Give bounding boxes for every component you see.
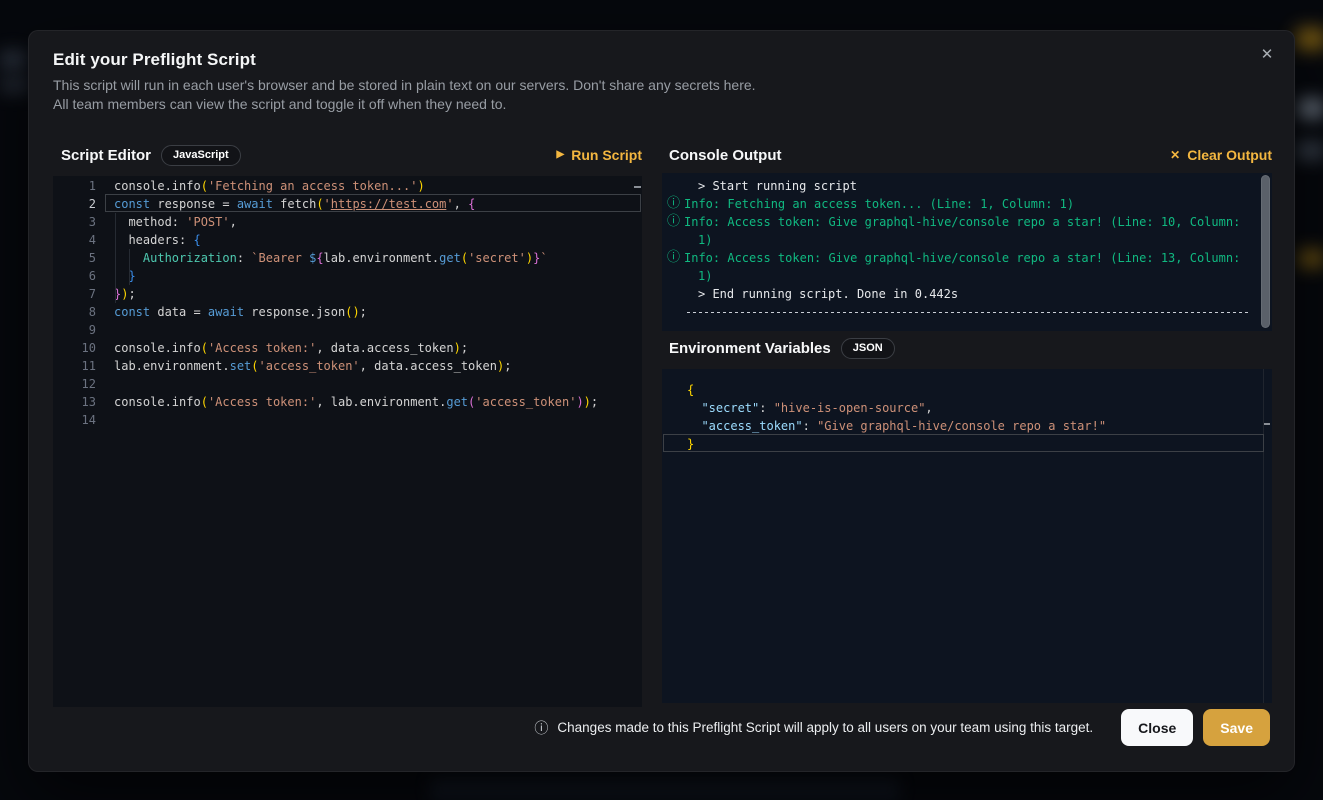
code-line: { xyxy=(687,381,1262,399)
code-line: headers: { xyxy=(114,231,642,249)
console-log-entry: > Start running script xyxy=(662,177,1249,195)
bg-blob xyxy=(1298,99,1323,118)
code-line: console.info('Access token:', data.acces… xyxy=(114,339,642,357)
info-circle-icon: ⓘ xyxy=(667,213,681,231)
overview-ruler-marker xyxy=(634,186,641,188)
close-button[interactable]: Close xyxy=(1121,709,1193,746)
environment-variables-editor[interactable]: { "secret": "hive-is-open-source", "acce… xyxy=(662,369,1272,703)
line-number: 13 xyxy=(53,393,105,411)
code-area: console.info('Fetching an access token..… xyxy=(114,177,642,429)
code-line: console.info('Access token:', lab.enviro… xyxy=(114,393,642,411)
info-icon: ⓘ xyxy=(534,718,548,738)
close-icon[interactable]: ✕ xyxy=(1256,44,1278,66)
bg-blob xyxy=(1298,250,1323,267)
code-line: } xyxy=(114,267,642,285)
modal-description: This script will run in each user's brow… xyxy=(53,76,756,113)
line-number: 12 xyxy=(53,375,105,393)
line-number: 3 xyxy=(53,213,105,231)
line-number: 10 xyxy=(53,339,105,357)
code-line xyxy=(114,375,642,393)
code-line: } xyxy=(687,435,1262,453)
clear-output-label: Clear Output xyxy=(1187,147,1272,163)
line-number-gutter: 1234567891011121314 xyxy=(53,177,105,429)
console-separator xyxy=(662,303,1249,321)
footer-notice: ⓘ Changes made to this Preflight Script … xyxy=(534,718,1093,738)
console-entry-text: Info: Access token: Give graphql-hive/co… xyxy=(684,215,1248,247)
bg-blob xyxy=(0,78,30,92)
code-line: Authorization: `Bearer ${lab.environment… xyxy=(114,249,642,267)
bg-blob xyxy=(430,776,900,800)
code-line: "secret": "hive-is-open-source", xyxy=(687,399,1262,417)
modal-description-line2: All team members can view the script and… xyxy=(53,95,756,114)
script-editor[interactable]: 1234567891011121314console.info('Fetchin… xyxy=(53,176,642,707)
console-output-title: Console Output xyxy=(669,147,782,164)
line-number: 6 xyxy=(53,267,105,285)
code-line xyxy=(114,411,642,429)
overview-ruler-marker xyxy=(1264,423,1270,425)
code-line: const response = await fetch('https://te… xyxy=(114,195,642,213)
env-code-area: { "secret": "hive-is-open-source", "acce… xyxy=(687,381,1262,453)
line-number: 2 xyxy=(53,195,105,213)
code-line: method: 'POST', xyxy=(114,213,642,231)
footer-notice-text: Changes made to this Preflight Script wi… xyxy=(557,720,1093,735)
console-entry-text: Info: Fetching an access token... (Line:… xyxy=(684,197,1074,211)
line-number: 9 xyxy=(53,321,105,339)
console-entry-text: > End running script. Done in 0.442s xyxy=(698,287,958,301)
line-number: 5 xyxy=(53,249,105,267)
console-entry-text: > Start running script xyxy=(698,179,857,193)
run-script-button[interactable]: ▶ Run Script xyxy=(557,147,642,163)
clear-icon: ✕ xyxy=(1170,149,1180,161)
line-number: 8 xyxy=(53,303,105,321)
code-line: lab.environment.set('access_token', data… xyxy=(114,357,642,375)
line-number: 14 xyxy=(53,411,105,429)
bg-blob xyxy=(1296,28,1323,50)
info-circle-icon: ⓘ xyxy=(667,195,681,213)
clear-output-button[interactable]: ✕ Clear Output xyxy=(1170,147,1272,163)
preflight-script-modal: ✕ Edit your Preflight Script This script… xyxy=(28,30,1295,772)
line-number: 4 xyxy=(53,231,105,249)
env-editor-ruler xyxy=(1263,369,1264,703)
script-editor-title: Script Editor xyxy=(61,147,151,164)
code-line: "access_token": "Give graphql-hive/conso… xyxy=(687,417,1262,435)
line-number: 7 xyxy=(53,285,105,303)
console-scrollbar[interactable] xyxy=(1261,175,1270,328)
modal-description-line1: This script will run in each user's brow… xyxy=(53,76,756,95)
code-line: console.info('Fetching an access token..… xyxy=(114,177,642,195)
console-entry-text: Info: Access token: Give graphql-hive/co… xyxy=(684,251,1248,283)
line-number: 1 xyxy=(53,177,105,195)
code-line: const data = await response.json(); xyxy=(114,303,642,321)
json-badge: JSON xyxy=(841,338,895,359)
code-line: }); xyxy=(114,285,642,303)
console-info-entry: ⓘInfo: Access token: Give graphql-hive/c… xyxy=(662,213,1249,249)
bg-blob xyxy=(1296,142,1323,159)
indent-guide xyxy=(115,213,116,303)
console-output-panel[interactable]: > Start running scriptⓘInfo: Fetching an… xyxy=(662,173,1272,331)
console-info-entry: ⓘInfo: Fetching an access token... (Line… xyxy=(662,195,1249,213)
environment-variables-title: Environment Variables xyxy=(669,340,831,357)
code-line xyxy=(114,321,642,339)
save-button[interactable]: Save xyxy=(1203,709,1270,746)
bg-blob xyxy=(0,52,26,68)
play-icon: ▶ xyxy=(557,150,565,160)
line-number: 11 xyxy=(53,357,105,375)
run-script-label: Run Script xyxy=(571,147,642,163)
console-info-entry: ⓘInfo: Access token: Give graphql-hive/c… xyxy=(662,249,1249,285)
info-circle-icon: ⓘ xyxy=(667,249,681,267)
language-badge: JavaScript xyxy=(161,145,241,166)
console-log-entry: > End running script. Done in 0.442s xyxy=(662,285,1249,303)
modal-title: Edit your Preflight Script xyxy=(53,50,256,70)
indent-guide xyxy=(129,249,130,285)
